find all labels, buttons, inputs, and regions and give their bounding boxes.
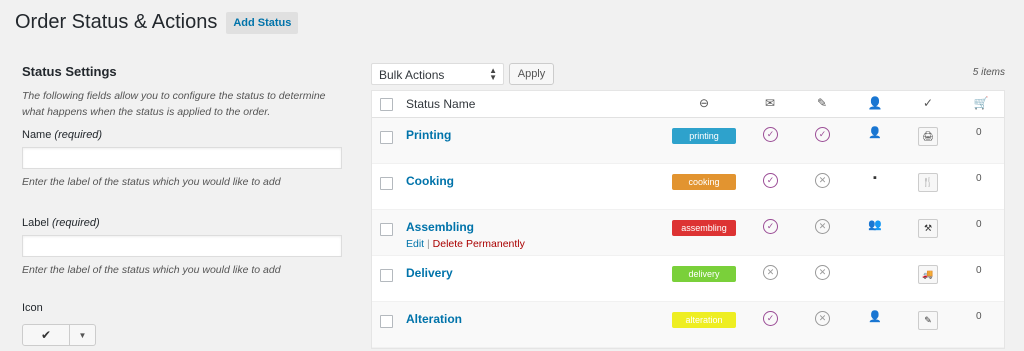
delete-permanently-link[interactable]: Delete Permanently [433, 238, 525, 250]
truck-icon[interactable]: 🚚 [918, 265, 938, 284]
printer-icon[interactable]: 🖨 [918, 127, 938, 146]
settings-heading: Status Settings [22, 64, 117, 79]
row-checkbox[interactable] [380, 269, 393, 282]
table-row: Printing printing ✓ ✓ 👤 🖨 0 [372, 118, 1004, 164]
column-header-status-name[interactable]: Status Name [406, 97, 475, 111]
label-input[interactable] [22, 235, 342, 257]
table-row: Cooking cooking ✓ ✕ ▪ 🍴 0 [372, 164, 1004, 210]
status-badge: cooking [672, 174, 736, 190]
select-arrows-icon: ▲ ▼ [489, 66, 497, 82]
email-icon: ✉ [764, 96, 776, 110]
status-indicator-icon: ⊖ [698, 96, 710, 110]
editable-disabled-icon[interactable]: ✕ [815, 173, 830, 188]
row-checkbox[interactable] [380, 223, 393, 236]
editable-disabled-icon[interactable]: ✕ [815, 265, 830, 280]
edit-pencil-icon: ✎ [816, 96, 828, 110]
id-card-icon: ▪ [873, 172, 877, 184]
editable-disabled-icon[interactable]: ✕ [815, 219, 830, 234]
editable-disabled-icon[interactable]: ✕ [815, 311, 830, 326]
pencil-icon[interactable]: ✎ [918, 311, 938, 330]
bulk-actions-select[interactable]: Bulk Actions ▲ ▼ [371, 63, 504, 85]
order-count: 0 [976, 219, 982, 230]
email-enabled-icon[interactable]: ✓ [763, 127, 778, 142]
row-actions-separator: | [427, 238, 430, 250]
row-checkbox[interactable] [380, 315, 393, 328]
status-name-link[interactable]: Printing [406, 128, 451, 142]
status-name-link[interactable]: Alteration [406, 312, 462, 326]
status-badge: alteration [672, 312, 736, 328]
name-field-label: Name (required) [22, 129, 103, 141]
status-badge: assembling [672, 220, 736, 236]
row-checkbox[interactable] [380, 177, 393, 190]
page-title: Order Status & Actions [15, 11, 218, 33]
status-badge: delivery [672, 266, 736, 282]
icon-picker-dropdown-icon[interactable]: ▼ [70, 324, 96, 346]
cutlery-icon[interactable]: 🍴 [918, 173, 938, 192]
order-count: 0 [976, 265, 982, 276]
status-settings-panel: Status Settings The following fields all… [22, 64, 344, 346]
row-checkbox[interactable] [380, 131, 393, 144]
icon-field-label: Icon [22, 302, 43, 314]
select-all-checkbox[interactable] [380, 98, 393, 111]
table-nav: Bulk Actions ▲ ▼ Apply 5 items [371, 63, 1005, 85]
status-name-link[interactable]: Assembling [406, 220, 474, 234]
settings-description: The following fields allow you to config… [22, 90, 326, 118]
order-count: 0 [976, 173, 982, 184]
status-name-link[interactable]: Cooking [406, 174, 454, 188]
name-input[interactable] [22, 147, 342, 169]
status-badge: printing [672, 128, 736, 144]
email-enabled-icon[interactable]: ✓ [763, 219, 778, 234]
status-name-link[interactable]: Delivery [406, 266, 453, 280]
apply-button[interactable]: Apply [509, 63, 554, 85]
order-count: 0 [976, 311, 982, 322]
checkmark-icon: ✓ [922, 96, 934, 110]
email-disabled-icon[interactable]: ✕ [763, 265, 778, 280]
label-field-label: Label (required) [22, 217, 100, 229]
add-status-button[interactable]: Add Status [226, 11, 299, 34]
table-row: Alteration alteration ✓ ✕ 👤 ✎ 0 [372, 302, 1004, 348]
person-icon: 👤 [868, 127, 882, 139]
status-list-table: Status Name ⊖ ✉ ✎ 👤 ✓ 🛒 Printing printin… [371, 90, 1005, 349]
table-row: Delivery delivery ✕ ✕ 🚚 0 [372, 256, 1004, 302]
email-enabled-icon[interactable]: ✓ [763, 311, 778, 326]
icon-picker-selected[interactable]: ✔ [22, 324, 70, 346]
page-header: Order Status & Actions Add Status [15, 11, 299, 34]
label-help-text: Enter the label of the status which you … [22, 264, 281, 276]
tie-person-icon: 👤 [868, 311, 882, 323]
items-count: 5 items [972, 67, 1005, 78]
user-icon: 👤 [867, 96, 883, 110]
icon-picker[interactable]: ✔ ▼ [22, 324, 344, 346]
cart-icon: 🛒 [973, 96, 989, 110]
editable-enabled-icon[interactable]: ✓ [815, 127, 830, 142]
table-row: Assembling Edit | Delete Permanently ass… [372, 210, 1004, 256]
tools-icon[interactable]: ⚒ [918, 219, 938, 238]
row-actions: Edit | Delete Permanently [406, 238, 525, 250]
group-icon: 👥 [868, 219, 882, 231]
table-header-row: Status Name ⊖ ✉ ✎ 👤 ✓ 🛒 [372, 91, 1004, 118]
edit-link[interactable]: Edit [406, 238, 424, 250]
email-enabled-icon[interactable]: ✓ [763, 173, 778, 188]
name-help-text: Enter the label of the status which you … [22, 176, 281, 188]
order-count: 0 [976, 127, 982, 138]
